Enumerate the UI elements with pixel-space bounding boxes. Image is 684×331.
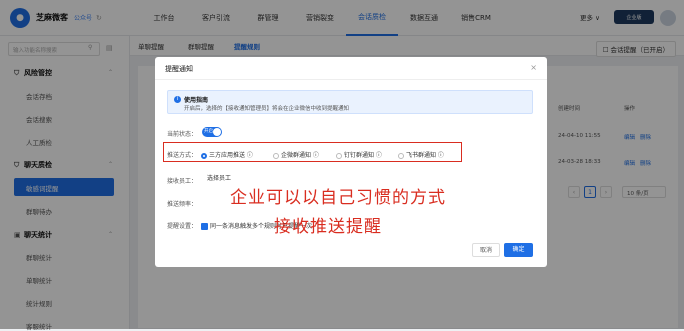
notice-title: 使用指南 (184, 97, 209, 104)
select-receiver-button[interactable]: 选择员工 (207, 173, 231, 182)
toggle-knob (213, 128, 221, 136)
status-toggle[interactable]: 开启 (202, 127, 222, 137)
cancel-button[interactable]: 取消 (472, 243, 500, 257)
radio-dot (201, 152, 207, 159)
receiver-label: 接收员工： (167, 178, 198, 185)
confirm-button[interactable]: 确定 (504, 243, 533, 257)
notice-text: 开启后，选择的【接收通知管理员】将会在企业微信中收到提醒通知 (184, 106, 350, 112)
radio-feishu-group[interactable]: 飞书群通知 ⓘ (398, 150, 444, 159)
checkbox-checked-icon (201, 223, 208, 230)
divider (155, 79, 547, 80)
dialog-title: 提醒通知 (165, 65, 193, 73)
radio-dot (336, 152, 342, 159)
setting-label: 提醒设置： (167, 223, 198, 230)
annotation-line-2: 接收推送提醒 (274, 217, 382, 237)
status-label: 当前状态： (167, 131, 198, 138)
annotation-line-1: 企业可以以自己习惯的方式 (230, 188, 446, 208)
push-method-label: 推送方式： (167, 152, 198, 159)
radio-dingtalk-group[interactable]: 钉钉群通知 ⓘ (336, 150, 382, 159)
usage-notice: i 使用指南 开启后，选择的【接收通知管理员】将会在企业微信中收到提醒通知 (167, 90, 533, 114)
frequency-label: 推送频率： (167, 201, 198, 208)
radio-dot (398, 152, 404, 159)
radio-wecom-group[interactable]: 企微群通知 ⓘ (273, 150, 319, 159)
radio-dot (273, 152, 279, 159)
close-icon[interactable]: × (530, 63, 537, 72)
toggle-label: 开启 (204, 129, 213, 134)
info-icon: i (174, 96, 181, 103)
radio-third-party-app[interactable]: 三方应用推送 ⓘ (201, 150, 253, 159)
